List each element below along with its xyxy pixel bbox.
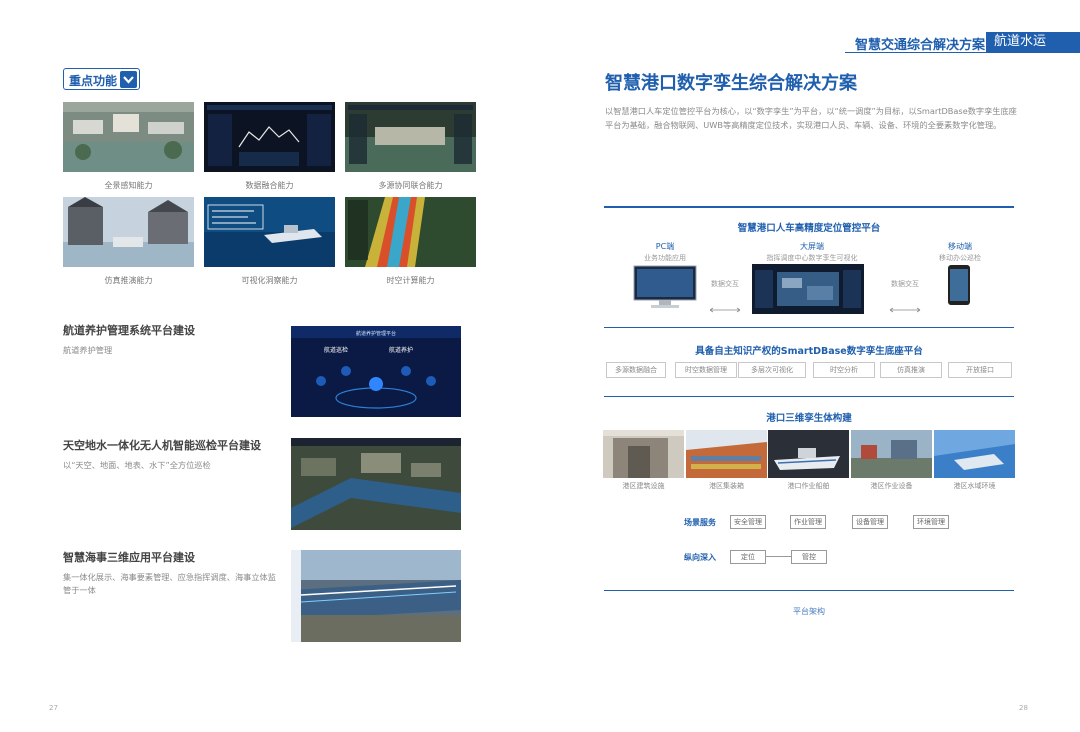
row1-item-1: 安全管理	[730, 515, 766, 529]
chevron-down-icon	[120, 71, 137, 88]
thumb-multisource	[345, 102, 476, 172]
caption-4: 仿真推演能力	[104, 276, 153, 285]
caption-3: 多源协同联合能力	[378, 181, 443, 190]
pc-label: PC端	[655, 242, 675, 251]
key-functions-badge: 重点功能	[63, 68, 140, 90]
bigscreen-label: 大屏端	[800, 242, 824, 251]
double-arrow-left-icon	[708, 298, 742, 313]
section-body-1: 航道养护管理	[63, 345, 113, 355]
thumb-panorama	[63, 102, 194, 172]
twin-caption-3: 港口作业船舶	[787, 482, 830, 490]
drone-platform-image	[291, 438, 461, 530]
pc-sub: 业务功能应用	[644, 254, 686, 262]
right-title: 智慧港口数字孪生综合解决方案	[605, 73, 857, 94]
section-body-2: 以“天空、地面、地表、水下”全方位巡检	[63, 460, 211, 470]
caption-6: 时空计算能力	[386, 276, 435, 285]
caption-5: 可视化洞察能力	[241, 276, 298, 285]
row1-item-2: 作业管理	[790, 515, 826, 529]
panel-title: 航道养护管理平台	[356, 330, 396, 337]
diagram-footer: 平台架构	[793, 607, 825, 616]
section-title-3: 智慧海事三维应用平台建设	[63, 551, 195, 564]
caption-2: 数据融合能力	[245, 181, 294, 190]
twin-image-equipment	[851, 430, 932, 478]
base-title: 具备自主知识产权的SmartDBase数字孪生底座平台	[695, 346, 923, 357]
function-box-6: 开放接口	[948, 362, 1012, 378]
base-rule	[604, 327, 1014, 328]
section-body-3: 集一体化展示、海事要素管理、应急指挥调度、海事立体监管于一体	[63, 572, 276, 596]
arrow-left-label: 数据交互	[711, 280, 739, 288]
header-title: 智慧交通综合解决方案	[855, 38, 986, 53]
row1-label: 场景服务	[684, 518, 716, 527]
row2-label: 纵向深入	[684, 553, 716, 562]
function-box-4: 时空分析	[813, 362, 875, 378]
thumb-simulation	[63, 197, 194, 267]
twin-image-ship	[768, 430, 849, 478]
twin-caption-2: 港区集装箱	[709, 482, 744, 490]
twin-caption-4: 港区作业设备	[870, 482, 913, 490]
twin-image-containers	[686, 430, 767, 478]
function-box-1: 多源数据融合	[606, 362, 666, 378]
thumb-dashboard	[204, 102, 335, 172]
maritime-3d-image	[291, 550, 461, 642]
header-rule	[845, 52, 1080, 53]
row2-connector	[766, 556, 791, 557]
mobile-sub: 移动办公巡检	[939, 254, 981, 262]
twin-caption-5: 港区水域环境	[953, 482, 996, 490]
twin-rule	[604, 396, 1014, 397]
section-title-1: 航道养护管理系统平台建设	[63, 324, 195, 337]
diagram-top-title: 智慧港口人车高精度定位管控平台	[737, 223, 881, 234]
arrow-right-label: 数据交互	[891, 280, 919, 288]
page-number-right: 28	[1019, 704, 1028, 712]
twin-image-building	[603, 430, 684, 478]
panel-tag-2: 航道养护	[389, 346, 413, 354]
key-functions-label: 重点功能	[69, 74, 118, 88]
row1-item-3: 设备管理	[852, 515, 888, 529]
maintenance-platform-image: 航道养护管理平台 航道巡检 航道养护	[291, 326, 461, 417]
row2-item-1: 定位	[730, 550, 766, 564]
function-box-5: 仿真推演	[880, 362, 942, 378]
phone-icon	[947, 264, 971, 306]
thumb-visualization	[204, 197, 335, 267]
header-tab: 航道水运	[986, 32, 1080, 52]
caption-1: 全景感知能力	[104, 181, 153, 190]
mobile-label: 移动端	[948, 242, 972, 251]
bigscreen-image	[752, 264, 864, 314]
bigscreen-sub: 指挥调度中心数字孪生可视化	[766, 254, 858, 262]
diagram-top-rule	[604, 206, 1014, 208]
twin-image-waters	[934, 430, 1015, 478]
page-number-left: 27	[49, 704, 58, 712]
double-arrow-right-icon	[888, 298, 922, 313]
right-body: 以智慧港口人车定位管控平台为核心，以“数字孪生”为平台，以“统一调度”为目标，以…	[605, 106, 1017, 130]
twin-caption-1: 港区建筑设施	[622, 482, 665, 490]
section-title-2: 天空地水一体化无人机智能巡检平台建设	[63, 439, 261, 452]
function-box-3: 多层次可视化	[738, 362, 806, 378]
row1-item-4: 环境管理	[913, 515, 949, 529]
function-box-2: 时空数据管理	[675, 362, 737, 378]
panel-tag-1: 航道巡检	[324, 346, 348, 354]
footer-rule	[604, 590, 1014, 591]
monitor-icon	[633, 265, 697, 309]
row2-item-2: 管控	[791, 550, 827, 564]
twin-title: 港口三维孪生体构建	[766, 413, 852, 424]
thumb-spatiotemporal	[345, 197, 476, 267]
